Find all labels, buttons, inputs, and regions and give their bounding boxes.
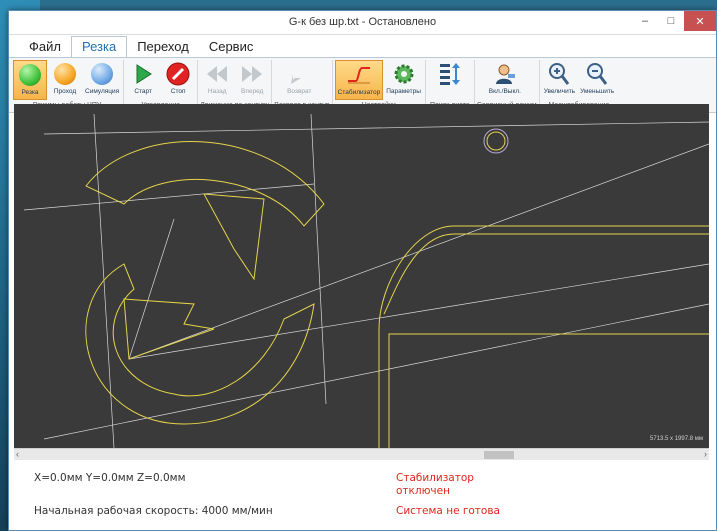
close-button[interactable]: ✕ <box>684 11 716 31</box>
travel-line <box>43 303 710 440</box>
mode-cutting-button[interactable]: Резка <box>13 60 47 100</box>
arrow-part-contour <box>203 193 265 281</box>
forward-icon <box>239 61 265 87</box>
mode-pass-label: Проход <box>53 88 77 95</box>
menu-bar: Файл Резка Переход Сервис <box>9 35 716 57</box>
status-panel: X=0.0мм Y=0.0мм Z=0.0мм Начальная рабоча… <box>14 460 709 521</box>
sheet-search-button[interactable] <box>428 60 472 100</box>
small-hole-outer <box>483 128 509 154</box>
parameters-label: Параметры <box>386 88 421 95</box>
zoom-out-button[interactable]: Уменьшить <box>578 60 616 100</box>
start-button[interactable]: Старт <box>126 60 160 100</box>
lower-part-contour <box>85 263 315 425</box>
green-circle-icon <box>19 64 41 86</box>
maximize-button[interactable]: □ <box>658 11 684 31</box>
stabilizer-icon <box>346 62 372 88</box>
service-user-icon <box>492 61 518 87</box>
forward-label: Вперед <box>240 88 264 95</box>
system-status-text: Система не готова <box>396 505 500 517</box>
blue-circle-icon <box>91 63 114 85</box>
menu-service[interactable]: Сервис <box>199 39 264 57</box>
stop-icon <box>165 61 191 87</box>
return-arrow-icon <box>286 61 312 87</box>
sheet-edge-inner <box>388 333 709 448</box>
stop-label: Стоп <box>170 88 186 95</box>
horizontal-scrollbar[interactable]: ‹ › <box>14 448 709 460</box>
gear-icon <box>391 61 417 87</box>
sheet-search-icon <box>437 61 463 87</box>
feed-speed-text: Начальная рабочая скорость: 4000 мм/мин <box>34 505 273 517</box>
service-toggle-label: Вкл./Выкл. <box>488 88 521 95</box>
toolpath-drawing <box>23 113 710 449</box>
travel-line <box>310 113 327 405</box>
mode-pass-button[interactable]: Проход <box>48 60 82 100</box>
parameters-button[interactable]: Параметры <box>384 60 423 100</box>
zoom-out-label: Уменьшить <box>580 88 615 95</box>
sheet-dimensions-label: 5713.5 x 1997.8 мм <box>650 436 703 442</box>
upper-part-contour <box>85 141 325 227</box>
zoom-out-icon <box>584 61 610 87</box>
travel-line <box>23 183 315 211</box>
back-button[interactable]: Назад <box>200 60 234 100</box>
title-bar: G-к без шр.txt - Остановлено – □ ✕ <box>9 11 716 35</box>
mode-simulation-button[interactable]: Симуляция <box>83 60 121 100</box>
travel-line <box>128 218 175 360</box>
stabilizer-button[interactable]: Стабилизатор <box>334 60 384 100</box>
window-title: G-к без шр.txt - Остановлено <box>288 16 437 28</box>
service-toggle-button[interactable]: Вкл./Выкл. <box>477 60 533 100</box>
stabilizer-status-line1: Стабилизатор <box>396 472 474 484</box>
rewind-icon <box>204 61 230 87</box>
play-icon <box>130 61 156 87</box>
zoom-in-label: Увеличить <box>543 88 576 95</box>
coordinates-readout: X=0.0мм Y=0.0мм Z=0.0мм <box>34 472 186 484</box>
mode-cutting-label: Резка <box>21 89 39 96</box>
menu-file[interactable]: Файл <box>19 39 71 57</box>
sheet-edge-outer <box>378 225 709 448</box>
sheet-edge-curve <box>383 233 709 315</box>
scroll-thumb[interactable] <box>484 451 514 459</box>
orange-circle-icon <box>54 63 76 85</box>
menu-transition[interactable]: Переход <box>127 39 199 57</box>
stop-button[interactable]: Стоп <box>161 60 195 100</box>
travel-line <box>128 263 710 360</box>
zoom-in-button[interactable]: Увеличить <box>542 60 577 100</box>
cutting-canvas[interactable]: 5713.5 x 1997.8 мм <box>14 104 710 449</box>
mode-simulation-label: Симуляция <box>85 88 120 95</box>
travel-line <box>43 121 710 135</box>
return-label: Возврат <box>287 88 312 95</box>
zoom-in-icon <box>546 61 572 87</box>
menu-cutting[interactable]: Резка <box>70 36 128 57</box>
start-label: Старт <box>134 88 152 95</box>
stabilizer-label: Стабилизатор <box>337 89 381 96</box>
arrow-lower-contour <box>123 298 215 360</box>
minimize-button[interactable]: – <box>632 11 658 31</box>
forward-button[interactable]: Вперед <box>235 60 269 100</box>
back-label: Назад <box>207 88 227 95</box>
small-hole-contour <box>486 131 506 151</box>
return-button[interactable]: Возврат <box>274 60 324 100</box>
scroll-right-icon[interactable]: › <box>704 449 707 459</box>
stabilizer-status-line2: отключен <box>396 485 450 497</box>
scroll-left-icon[interactable]: ‹ <box>16 449 19 459</box>
